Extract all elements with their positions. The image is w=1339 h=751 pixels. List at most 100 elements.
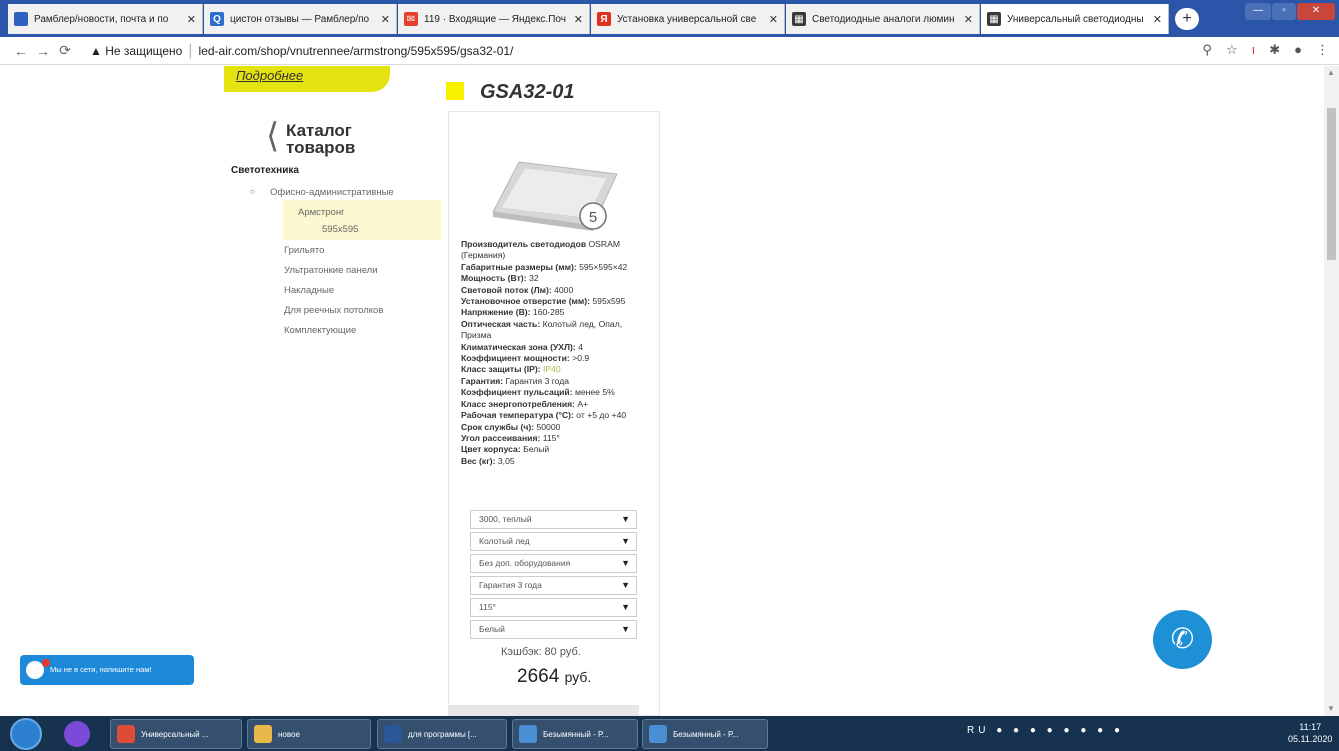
spec-label: Световой поток (Лм):: [461, 284, 552, 295]
more-link[interactable]: Подробнее: [236, 68, 303, 83]
tab-label: 119 · Входящие — Яндекс.Поч: [424, 13, 566, 25]
spec-value: 595x595: [592, 296, 626, 307]
spec-label: Вес (кг):: [461, 455, 496, 466]
profile-icon[interactable]: ●: [1294, 42, 1302, 58]
menu-dots-icon[interactable]: ⋮: [1316, 42, 1329, 58]
clock-date: 05.11.2020: [1288, 734, 1333, 744]
spec-value: от +5 до +40: [576, 410, 627, 421]
app-icon: [117, 725, 135, 743]
spec-label: Коэффициент мощности:: [461, 353, 570, 364]
dropdown-arrow-icon: ▼: [621, 624, 630, 634]
maximize-button[interactable]: ▫: [1272, 3, 1296, 20]
subcategory-595x595[interactable]: 595x595: [322, 224, 358, 235]
taskbar-app-button[interactable]: Безымянный - Р...: [512, 719, 638, 749]
tab-close-icon[interactable]: ✕: [769, 13, 778, 26]
selected-highlight: [283, 200, 441, 240]
chat-widget[interactable]: Мы не в сети, напишите нам!: [20, 655, 194, 685]
option-select[interactable]: Колотый лед ▼: [470, 532, 637, 551]
page-content: Подробнее ⟨ Каталог товаров Светотехника…: [0, 66, 1324, 717]
tab-close-icon[interactable]: ✕: [964, 13, 973, 26]
spec-value: Белый: [523, 444, 550, 455]
product-title: GSA32-01: [480, 81, 575, 103]
back-icon[interactable]: ←: [10, 43, 32, 59]
browser-tab[interactable]: ▦ Универсальный светодиодны ✕: [981, 4, 1169, 34]
subcategory-armstrong[interactable]: Армстронг: [298, 207, 345, 218]
forward-icon[interactable]: →: [32, 43, 54, 59]
sidebar-category-item[interactable]: Для реечных потолков: [284, 305, 383, 316]
section-lighting[interactable]: Светотехника: [231, 165, 299, 176]
option-select[interactable]: Белый ▼: [470, 620, 637, 639]
tab-label: цистон отзывы — Рамблер/по: [230, 13, 370, 25]
chat-bubble-icon: [26, 659, 50, 679]
tab-label: Установка универсальной све: [617, 13, 757, 25]
spec-list: Производитель светодиодов OSRAM (Германи…: [461, 239, 653, 467]
spec-value: 160-285: [532, 307, 565, 318]
category-office[interactable]: Офисно-административные: [270, 187, 394, 198]
taskbar-app-button[interactable]: для программы [...: [377, 719, 507, 749]
tab-close-icon[interactable]: ✕: [1153, 13, 1162, 26]
dropdown-arrow-icon: ▼: [621, 580, 630, 590]
sidebar-category-item[interactable]: Накладные: [284, 285, 334, 296]
extensions-puzzle-icon[interactable]: ✱: [1269, 42, 1280, 58]
clock[interactable]: 11:17 05.11.2020: [1288, 721, 1332, 745]
sidebar-category-item[interactable]: Грильято: [284, 245, 324, 256]
taskbar-app-button[interactable]: новое: [247, 719, 371, 749]
tab-close-icon[interactable]: ✕: [187, 13, 196, 26]
browser-tab[interactable]: ✉ 119 · Входящие — Яндекс.Поч ✕: [398, 4, 590, 34]
select-value: 115°: [479, 602, 496, 612]
spec-value: 115°: [542, 432, 560, 443]
option-select[interactable]: Гарантия 3 года ▼: [470, 576, 637, 595]
scroll-thumb[interactable]: [1327, 108, 1336, 260]
phone-call-button[interactable]: ✆: [1153, 610, 1212, 669]
option-select[interactable]: Без доп. оборудования ▼: [470, 554, 637, 573]
spec-label: Производитель светодиодов: [461, 239, 587, 249]
bookmark-star-icon[interactable]: ☆: [1226, 42, 1238, 58]
spec-value: >0.9: [572, 353, 590, 364]
minimize-button[interactable]: —: [1245, 3, 1271, 20]
taskbar-app-button[interactable]: Универсальный ...: [110, 719, 242, 749]
spec-row: Световой поток (Лм): 4000: [461, 285, 653, 296]
start-button[interactable]: [10, 718, 42, 750]
spec-label: Класс защиты (IP):: [461, 364, 541, 375]
option-select[interactable]: 115° ▼: [470, 598, 637, 617]
tab-label: Светодиодные аналоги люмин: [812, 13, 955, 25]
taskbar-app-button[interactable]: Безымянный - Р...: [642, 719, 768, 749]
zoom-icon[interactable]: ⚲: [1202, 42, 1212, 58]
spec-row: Угол рассеивания: 115°: [461, 433, 653, 444]
chat-label: Мы не в сети, напишите нам!: [50, 665, 152, 674]
tab-label: Рамблер/новости, почта и по: [34, 13, 169, 25]
price-currency: руб.: [564, 669, 592, 685]
browser-tab[interactable]: Qцистон отзывы — Рамблер/по ✕: [204, 4, 397, 34]
spec-label: Габаритные размеры (мм):: [461, 261, 577, 272]
spec-value: A+: [577, 398, 589, 409]
tab-close-icon[interactable]: ✕: [381, 13, 390, 26]
quick-launch-icon[interactable]: [64, 721, 90, 747]
dropdown-arrow-icon: ▼: [621, 514, 630, 524]
reload-icon[interactable]: ⟳: [54, 42, 76, 59]
new-tab-button[interactable]: +: [1175, 8, 1199, 30]
scroll-down-icon[interactable]: ▼: [1327, 704, 1335, 713]
close-window-button[interactable]: ✕: [1297, 3, 1335, 20]
page-scrollbar[interactable]: ▲ ▼: [1324, 66, 1339, 716]
option-select[interactable]: 3000, теплый ▼: [470, 510, 637, 529]
tab-close-icon[interactable]: ✕: [574, 13, 583, 26]
sidebar-category-item[interactable]: Комплектующие: [284, 325, 356, 336]
sidebar-category-item[interactable]: Ультратонкие панели: [284, 265, 378, 276]
spec-row: Климатическая зона (УХЛ): 4: [461, 342, 653, 353]
browser-tab[interactable]: Я Установка универсальной све ✕: [591, 4, 785, 34]
spec-label: Срок службы (ч):: [461, 421, 535, 432]
spec-row: Цвет корпуса: Белый: [461, 444, 653, 455]
bullet-icon: ○: [250, 187, 255, 196]
spec-label: Коэффициент пульсаций:: [461, 387, 573, 398]
url-field[interactable]: led-air.com/shop/vnutrennee/armstrong/59…: [199, 44, 514, 58]
tab-label: Универсальный светодиодны: [1007, 13, 1144, 25]
spec-label: Установочное отверстие (мм):: [461, 296, 590, 307]
yandex-extension-icon[interactable]: ı: [1252, 42, 1256, 58]
browser-tab[interactable]: Рамблер/новости, почта и по ✕: [8, 4, 203, 34]
scroll-up-icon[interactable]: ▲: [1327, 68, 1335, 77]
security-indicator[interactable]: ▲ Не защищено: [90, 44, 182, 58]
tray-lang[interactable]: RU: [967, 725, 989, 736]
spec-label: Цвет корпуса:: [461, 444, 521, 455]
system-tray[interactable]: RU ● ● ● ● ● ● ● ●: [967, 725, 1124, 736]
browser-tab[interactable]: ▦ Светодиодные аналоги люмин ✕: [786, 4, 980, 34]
